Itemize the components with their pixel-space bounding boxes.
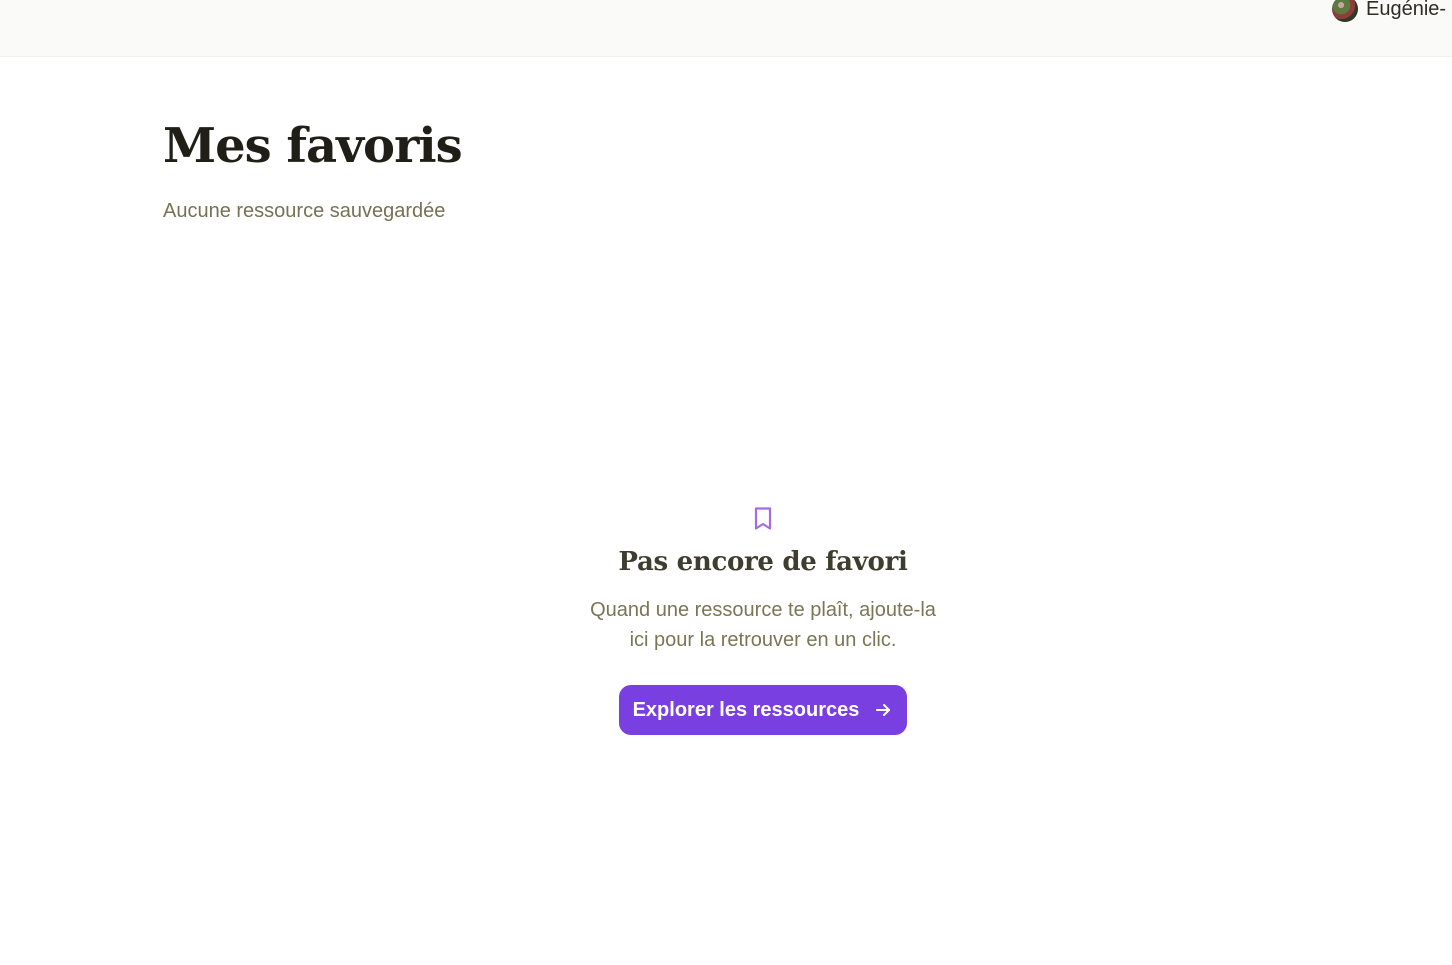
explore-resources-button[interactable]: Explorer les ressources (619, 685, 907, 735)
explore-resources-button-label: Explorer les ressources (632, 698, 860, 721)
empty-state-description: Quand une ressource te plaît, ajoute-la … (590, 599, 936, 651)
user-avatar-icon (1332, 0, 1358, 22)
top-navigation-bar: Eugénie- (0, 0, 1452, 57)
page-subtitle: Aucune ressource sauvegardée (163, 200, 446, 222)
empty-state: Pas encore de favori Quand une ressource… (563, 505, 963, 735)
arrow-right-icon (876, 704, 891, 716)
page-title: Mes favoris (163, 118, 463, 174)
empty-state-title: Pas encore de favori (618, 547, 908, 577)
user-menu[interactable]: Eugénie- (1332, 0, 1446, 22)
user-name: Eugénie- (1366, 0, 1447, 20)
bookmark-icon (754, 507, 772, 530)
